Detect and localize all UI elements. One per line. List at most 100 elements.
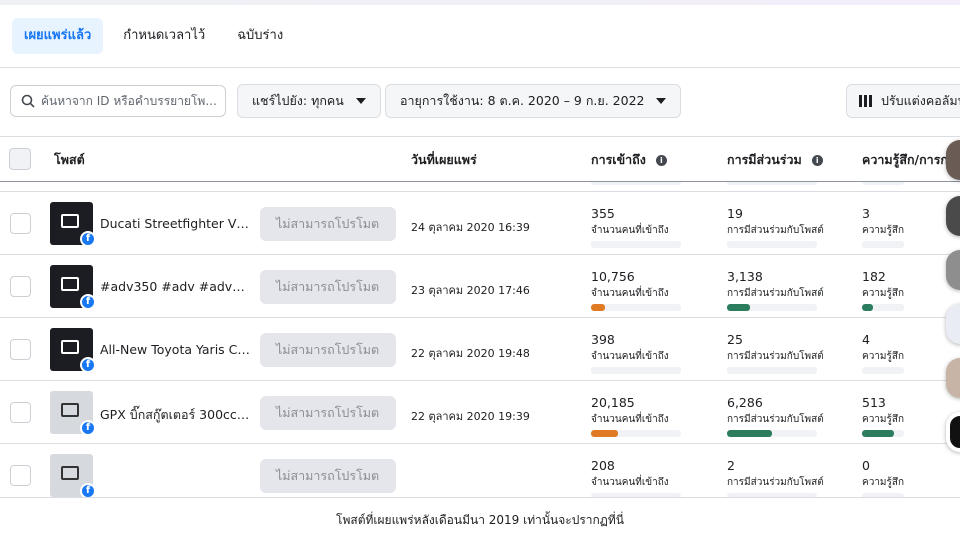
table-row[interactable]: f Ducati Streetfighter V4 ... ไม่สามารถโปร… bbox=[0, 192, 960, 255]
engagement-sublabel: การมีส่วนร่วมกับโพสต์ bbox=[727, 477, 824, 488]
reactions-sublabel: ความรู้สึก bbox=[862, 414, 905, 425]
reactions-cell: 513 ความรู้สึก bbox=[862, 395, 904, 437]
customize-columns-button[interactable]: ปรับแต่งคอลัมน์ bbox=[846, 84, 960, 118]
reach-value: 208 bbox=[591, 458, 615, 473]
reach-header-label: การเข้าถึง bbox=[591, 152, 646, 167]
engagement-bar bbox=[727, 304, 817, 311]
tab-published[interactable]: เผยแพร่แล้ว bbox=[12, 18, 104, 54]
reach-value: 355 bbox=[591, 206, 615, 221]
date-range-dropdown[interactable]: อายุการใช้งาน: 8 ต.ค. 2020 – 9 ก.ย. 2022 bbox=[385, 84, 682, 118]
chevron-down-icon bbox=[355, 98, 366, 104]
photo-glyph-icon bbox=[61, 277, 79, 291]
col-header-date[interactable]: วันที่เผยแพร่ bbox=[411, 150, 477, 170]
reactions-cell: 182 ความรู้สึก bbox=[862, 269, 904, 311]
avatar[interactable] bbox=[946, 250, 960, 290]
reach-sublabel: จำนวนคนที่เข้าถึง bbox=[591, 414, 669, 425]
engagement-value: 2 bbox=[727, 458, 735, 473]
reactions-cell: 3 ความรู้สึก bbox=[862, 206, 904, 248]
engagement-header-label: การมีส่วนร่วม bbox=[727, 152, 802, 167]
row-checkbox[interactable] bbox=[10, 276, 31, 297]
engagement-bar-fill bbox=[727, 304, 750, 311]
row-checkbox[interactable] bbox=[10, 465, 31, 486]
avatar[interactable] bbox=[946, 358, 960, 398]
footer-note: โพสต์ที่เผยแพร่หลังเดือนมีนา 2019 เท่านั… bbox=[336, 513, 624, 527]
reach-bar-fill bbox=[591, 430, 618, 437]
search-box[interactable] bbox=[10, 85, 226, 117]
photo-glyph-icon bbox=[61, 403, 79, 417]
reach-cell: 208 จำนวนคนที่เข้าถึง bbox=[591, 458, 681, 497]
facebook-icon: f bbox=[80, 420, 96, 436]
engagement-bar bbox=[727, 241, 817, 248]
promote-button-disabled: ไม่สามารถโปรโมต bbox=[260, 270, 396, 304]
search-input[interactable] bbox=[41, 94, 221, 108]
share-filter-dropdown[interactable]: แชร์ไปยัง: ทุกคน bbox=[237, 84, 381, 118]
tab-scheduled[interactable]: กำหนดเวลาไว้ bbox=[111, 18, 217, 54]
date-range-label: อายุการใช้งาน: 8 ต.ค. 2020 – 9 ก.ย. 2022 bbox=[400, 93, 645, 108]
reactions-value: 513 bbox=[862, 395, 886, 410]
engagement-sublabel: การมีส่วนร่วมกับโพสต์ bbox=[727, 288, 824, 299]
engagement-value: 19 bbox=[727, 206, 743, 221]
avatar[interactable] bbox=[946, 412, 960, 452]
reactions-bar-fill bbox=[862, 430, 894, 437]
reach-bar bbox=[591, 304, 681, 311]
reach-value: 20,185 bbox=[591, 395, 635, 410]
avatar[interactable] bbox=[946, 196, 960, 236]
row-checkbox[interactable] bbox=[10, 402, 31, 423]
reach-value: 10,756 bbox=[591, 269, 635, 284]
table-row[interactable]: f GPX บิ๊กสกู๊ตเตอร์ 300cc ... ไม่สามารถโป… bbox=[0, 381, 960, 444]
post-title[interactable]: #adv350 #adv #adventu... bbox=[100, 279, 250, 294]
promote-button-disabled: ไม่สามารถโปรโมต bbox=[260, 333, 396, 367]
reach-bar bbox=[591, 430, 681, 437]
col-header-post[interactable]: โพสต์ bbox=[54, 150, 85, 170]
reach-bar bbox=[591, 241, 681, 248]
engagement-value: 3,138 bbox=[727, 269, 763, 284]
info-icon[interactable]: i bbox=[655, 154, 667, 166]
engagement-bar-fill bbox=[727, 430, 772, 437]
reach-cell: 355 จำนวนคนที่เข้าถึง bbox=[591, 206, 681, 248]
col-header-reach[interactable]: การเข้าถึง i bbox=[591, 150, 667, 170]
reactions-sublabel: ความรู้สึก bbox=[862, 288, 905, 299]
engagement-value: 6,286 bbox=[727, 395, 763, 410]
share-filter-label: แชร์ไปยัง: ทุกคน bbox=[252, 93, 344, 108]
publish-date: 22 ตุลาคม 2020 19:48 bbox=[411, 347, 530, 360]
row-checkbox[interactable] bbox=[10, 213, 31, 234]
columns-icon bbox=[859, 95, 872, 107]
facebook-icon: f bbox=[80, 294, 96, 310]
avatar[interactable] bbox=[946, 140, 960, 180]
floating-avatars bbox=[946, 140, 960, 460]
publish-date: 23 ตุลาคม 2020 17:46 bbox=[411, 284, 530, 297]
post-title[interactable]: GPX บิ๊กสกู๊ตเตอร์ 300cc ... bbox=[100, 405, 250, 425]
reach-bar-fill bbox=[591, 304, 606, 311]
table-row[interactable]: f All-New Toyota Yaris Cr... ไม่สามารถโปรโ… bbox=[0, 318, 960, 381]
engagement-cell: 25 การมีส่วนร่วมกับโพสต์ bbox=[727, 332, 824, 374]
publish-date: 24 ตุลาคม 2020 16:39 bbox=[411, 221, 530, 234]
post-title[interactable]: Ducati Streetfighter V4 ... bbox=[100, 216, 250, 231]
customize-columns-label: ปรับแต่งคอลัมน์ bbox=[881, 93, 960, 108]
info-icon[interactable]: i bbox=[811, 154, 823, 166]
reactions-bar bbox=[862, 304, 904, 311]
row-checkbox[interactable] bbox=[10, 339, 31, 360]
table-header: โพสต์ วันที่เผยแพร่ การเข้าถึง i การมีส่… bbox=[0, 137, 960, 181]
select-all-checkbox[interactable] bbox=[9, 148, 31, 170]
col-header-engagement[interactable]: การมีส่วนร่วม i bbox=[727, 150, 823, 170]
divider bbox=[0, 67, 960, 68]
reactions-value: 182 bbox=[862, 269, 886, 284]
tab-drafts[interactable]: ฉบับร่าง bbox=[225, 18, 295, 54]
publish-date: 22 ตุลาคม 2020 19:39 bbox=[411, 410, 530, 423]
facebook-icon: f bbox=[80, 231, 96, 247]
reach-sublabel: จำนวนคนที่เข้าถึง bbox=[591, 351, 669, 362]
engagement-cell: 2 การมีส่วนร่วมกับโพสต์ bbox=[727, 458, 824, 497]
reactions-bar bbox=[862, 430, 904, 437]
reactions-cell: 4 ความรู้สึก bbox=[862, 332, 904, 374]
engagement-cell: 19 การมีส่วนร่วมกับโพสต์ bbox=[727, 206, 824, 248]
reactions-bar bbox=[862, 367, 904, 374]
facebook-icon: f bbox=[80, 483, 96, 497]
avatar[interactable] bbox=[946, 304, 960, 344]
reach-sublabel: จำนวนคนที่เข้าถึง bbox=[591, 477, 669, 488]
table-row[interactable]: f #adv350 #adv #adventu... ไม่สามารถโปรโมต… bbox=[0, 255, 960, 318]
post-title[interactable]: All-New Toyota Yaris Cr... bbox=[100, 342, 250, 357]
col-header-reactions[interactable]: ความรู้สึก/การกด bbox=[862, 150, 956, 170]
promote-button-disabled: ไม่สามารถโปรโมต bbox=[260, 396, 396, 430]
reactions-value: 3 bbox=[862, 206, 870, 221]
table-row[interactable]: f ไม่สามารถโปรโมต 208 จำนวนคนที่เข้าถึง 2 การ… bbox=[0, 444, 960, 497]
